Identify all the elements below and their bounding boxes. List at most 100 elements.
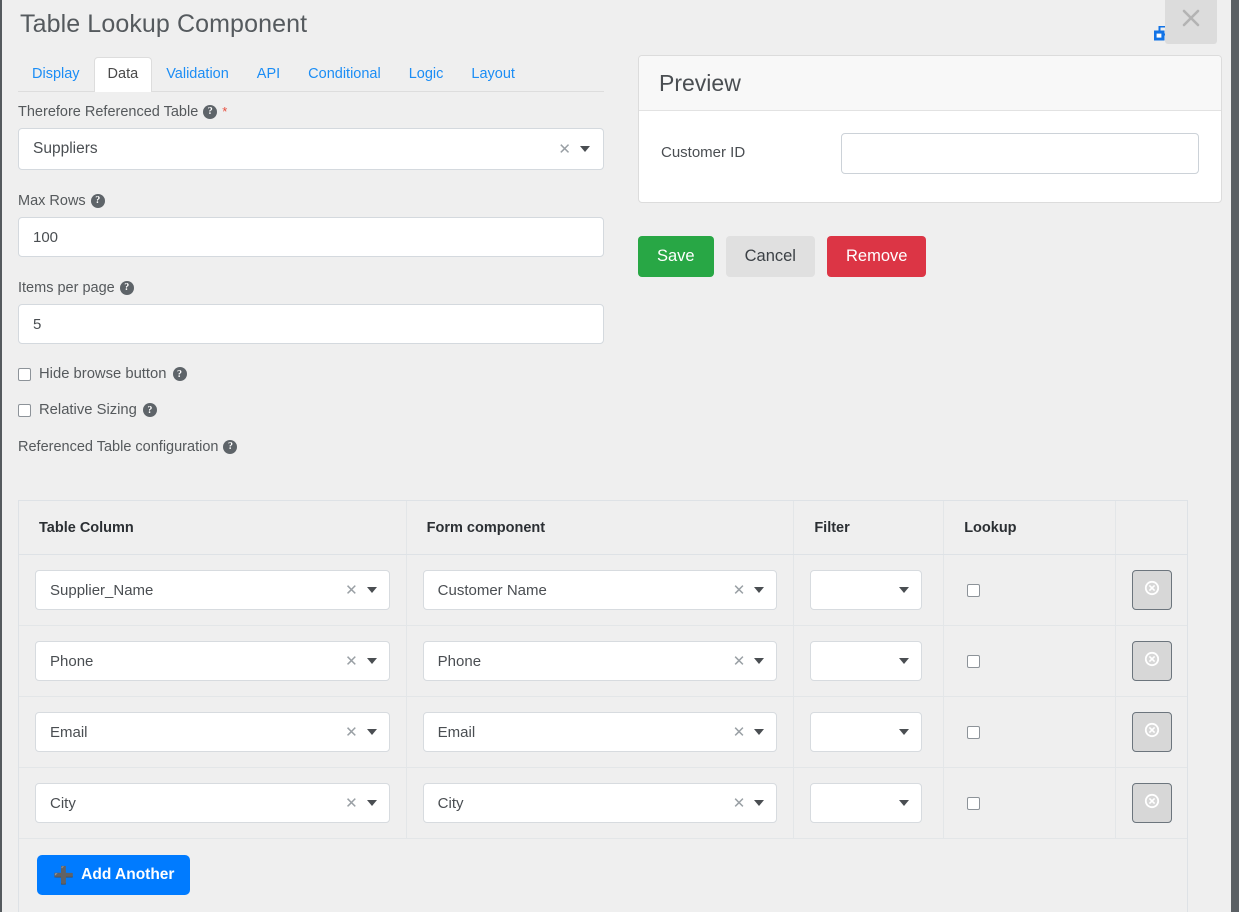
chevron-down-icon[interactable] bbox=[580, 146, 590, 152]
referenced-table-label: Therefore Referenced Table ? * bbox=[18, 103, 604, 121]
table-column-select[interactable]: Phone ✕ bbox=[35, 641, 390, 681]
table-column-select[interactable]: Supplier_Name ✕ bbox=[35, 570, 390, 610]
page-title: Table Lookup Component bbox=[20, 10, 308, 38]
items-per-page-input[interactable]: 5 bbox=[18, 304, 604, 344]
lookup-checkbox[interactable] bbox=[967, 725, 981, 739]
form-component-select[interactable]: Phone ✕ bbox=[422, 641, 778, 681]
tab-api[interactable]: API bbox=[243, 57, 294, 92]
remove-row-button[interactable] bbox=[1131, 783, 1172, 823]
question-circle-icon[interactable]: ? bbox=[203, 105, 218, 119]
filter-select[interactable] bbox=[810, 783, 923, 823]
clear-x-icon[interactable]: ✕ bbox=[336, 725, 367, 740]
clear-x-icon[interactable]: ✕ bbox=[724, 583, 755, 598]
filter-select[interactable] bbox=[810, 641, 923, 681]
referenced-table-configuration-table: Table Column Form component Filter Looku… bbox=[18, 500, 1188, 912]
table-column-value: Phone bbox=[50, 652, 94, 670]
remove-row-button[interactable] bbox=[1131, 712, 1172, 752]
tab-data[interactable]: Data bbox=[93, 57, 153, 92]
column-header-form-component: Form component bbox=[407, 501, 795, 554]
clear-x-icon[interactable]: ✕ bbox=[724, 725, 755, 740]
table-column-select[interactable]: City ✕ bbox=[35, 783, 390, 823]
question-circle-icon[interactable]: ? bbox=[172, 367, 187, 381]
add-another-button[interactable]: ➕ Add Another bbox=[37, 855, 191, 895]
clear-x-icon[interactable]: ✕ bbox=[724, 654, 755, 669]
tab-layout[interactable]: Layout bbox=[457, 57, 529, 92]
chevron-down-icon[interactable] bbox=[754, 587, 765, 593]
clear-x-icon[interactable]: ✕ bbox=[336, 654, 367, 669]
cell-actions bbox=[1116, 555, 1187, 625]
form-component-select[interactable]: Customer Name ✕ bbox=[422, 570, 778, 610]
chevron-down-icon[interactable] bbox=[899, 587, 910, 593]
clear-x-icon[interactable]: ✕ bbox=[724, 796, 755, 811]
chevron-down-icon[interactable] bbox=[366, 729, 377, 735]
table-column-value: Supplier_Name bbox=[50, 581, 154, 599]
table-row: Phone ✕ Phone ✕ bbox=[19, 626, 1187, 697]
chevron-down-icon[interactable] bbox=[754, 800, 765, 806]
form-component-select[interactable]: City ✕ bbox=[422, 783, 778, 823]
chevron-down-icon[interactable] bbox=[899, 800, 910, 806]
tab-conditional[interactable]: Conditional bbox=[294, 57, 395, 92]
remove-circle-icon bbox=[1143, 650, 1161, 673]
cancel-button[interactable]: Cancel bbox=[725, 236, 815, 277]
lookup-checkbox[interactable] bbox=[967, 654, 981, 668]
cell-form-component: Phone ✕ bbox=[407, 626, 795, 696]
remove-row-button[interactable] bbox=[1131, 641, 1172, 681]
column-header-actions bbox=[1116, 501, 1187, 554]
cell-form-component: City ✕ bbox=[407, 768, 795, 838]
remove-circle-icon bbox=[1143, 792, 1161, 815]
tab-logic[interactable]: Logic bbox=[395, 57, 458, 92]
data-settings-form: Therefore Referenced Table ? * Suppliers… bbox=[18, 103, 604, 463]
clear-x-icon[interactable]: ✕ bbox=[549, 142, 580, 157]
lookup-checkbox[interactable] bbox=[967, 796, 981, 810]
referenced-table-value: Suppliers bbox=[33, 140, 98, 157]
form-component-select[interactable]: Email ✕ bbox=[422, 712, 778, 752]
plus-icon: ➕ bbox=[53, 865, 75, 885]
question-circle-icon[interactable]: ? bbox=[142, 403, 157, 417]
clear-x-icon[interactable]: ✕ bbox=[336, 583, 367, 598]
question-circle-icon[interactable]: ? bbox=[90, 194, 105, 208]
tab-display[interactable]: Display bbox=[18, 57, 94, 92]
relative-sizing-label: Relative Sizing ? bbox=[39, 402, 157, 418]
save-button[interactable]: Save bbox=[638, 236, 714, 277]
max-rows-label-text: Max Rows bbox=[18, 193, 86, 209]
page-edge-scrollbar[interactable] bbox=[1231, 0, 1239, 912]
chevron-down-icon[interactable] bbox=[754, 658, 765, 664]
cell-lookup bbox=[944, 555, 1117, 625]
table-column-value: City bbox=[50, 794, 76, 812]
chevron-down-icon[interactable] bbox=[899, 729, 910, 735]
chevron-down-icon[interactable] bbox=[366, 587, 377, 593]
filter-select[interactable] bbox=[810, 570, 923, 610]
max-rows-label: Max Rows ? bbox=[18, 192, 604, 210]
remove-row-button[interactable] bbox=[1131, 570, 1172, 610]
referenced-table-label-text: Therefore Referenced Table bbox=[18, 104, 199, 120]
items-per-page-label: Items per page ? bbox=[18, 279, 604, 297]
cell-filter bbox=[794, 697, 945, 767]
table-column-value: Email bbox=[50, 723, 88, 741]
max-rows-input[interactable]: 100 bbox=[18, 217, 604, 257]
referenced-table-select[interactable]: Suppliers ✕ bbox=[18, 128, 604, 170]
table-column-select[interactable]: Email ✕ bbox=[35, 712, 390, 752]
preview-customer-id-input[interactable] bbox=[841, 133, 1199, 174]
cell-actions bbox=[1116, 626, 1187, 696]
preview-header: Preview bbox=[639, 56, 1221, 111]
question-circle-icon[interactable]: ? bbox=[223, 440, 238, 454]
dialog-action-buttons: Save Cancel Remove bbox=[638, 236, 927, 277]
filter-select[interactable] bbox=[810, 712, 923, 752]
chevron-down-icon[interactable] bbox=[899, 658, 910, 664]
chevron-down-icon[interactable] bbox=[366, 800, 377, 806]
hide-browse-button-label-text: Hide browse button bbox=[39, 366, 167, 382]
tab-validation[interactable]: Validation bbox=[152, 57, 243, 92]
question-circle-icon[interactable]: ? bbox=[119, 281, 134, 295]
hide-browse-button-label: Hide browse button ? bbox=[39, 366, 187, 382]
cell-table-column: Email ✕ bbox=[19, 697, 407, 767]
chevron-down-icon[interactable] bbox=[754, 729, 765, 735]
relative-sizing-checkbox[interactable] bbox=[18, 403, 31, 417]
remove-button[interactable]: Remove bbox=[826, 236, 927, 277]
lookup-checkbox[interactable] bbox=[967, 583, 981, 597]
chevron-down-icon[interactable] bbox=[366, 658, 377, 664]
table-row: Email ✕ Email ✕ bbox=[19, 697, 1187, 768]
close-button[interactable] bbox=[1165, 0, 1217, 44]
hide-browse-button-checkbox[interactable] bbox=[18, 367, 31, 381]
cell-form-component: Customer Name ✕ bbox=[407, 555, 795, 625]
clear-x-icon[interactable]: ✕ bbox=[336, 796, 367, 811]
